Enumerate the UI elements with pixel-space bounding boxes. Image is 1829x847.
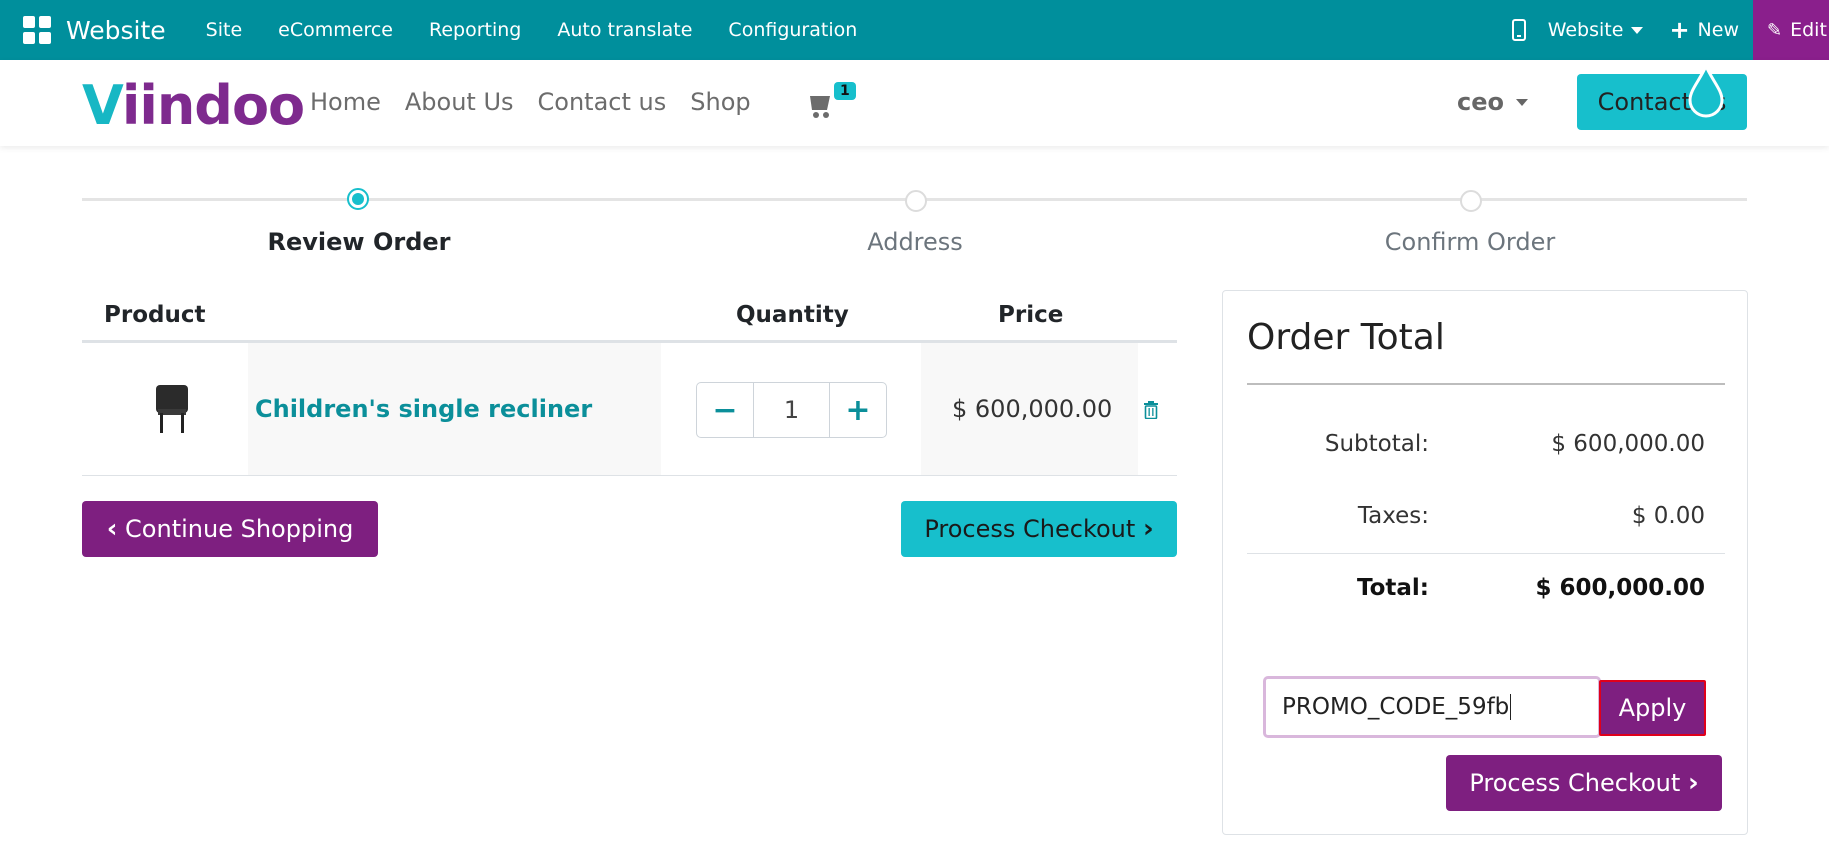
nav-about-us[interactable]: About Us [405, 88, 514, 116]
quantity-stepper: − 1 + [696, 382, 887, 438]
table-row: Children's single recliner − 1 + $ 600,0… [82, 343, 1177, 476]
process-checkout-label: Process Checkout [924, 515, 1136, 543]
step-dot-confirm [1460, 190, 1482, 212]
order-total-title: Order Total [1247, 317, 1445, 358]
order-total-card: Order Total Subtotal: $ 600,000.00 Taxes… [1222, 290, 1748, 835]
website-switcher[interactable]: Website [1548, 19, 1644, 41]
drag-drop-icon [1688, 64, 1724, 118]
menu-auto-translate[interactable]: Auto translate [557, 19, 692, 41]
step-address: Address [867, 228, 963, 256]
step-dot-review [347, 188, 369, 210]
promo-code-input[interactable]: PROMO_CODE_59fb [1263, 676, 1601, 738]
divider [1247, 383, 1725, 385]
subtotal-value: $ 600,000.00 [1551, 431, 1705, 457]
step-dot-address [905, 190, 927, 212]
increase-quantity-button[interactable]: + [830, 383, 886, 437]
mobile-preview-icon[interactable] [1511, 19, 1526, 41]
apps-grid-icon[interactable] [20, 13, 54, 47]
total-value: $ 600,000.00 [1535, 575, 1705, 601]
user-dropdown[interactable]: ceo [1457, 88, 1528, 116]
user-name: ceo [1457, 88, 1504, 116]
cart-icon [810, 96, 830, 110]
caret-down-icon [1631, 26, 1644, 34]
column-header-quantity: Quantity [736, 302, 849, 328]
quantity-input[interactable]: 1 [753, 383, 830, 437]
chevron-right-icon: › [1687, 768, 1699, 798]
nav-shop[interactable]: Shop [690, 88, 750, 116]
divider [1247, 553, 1725, 554]
apply-promo-button[interactable]: Apply [1599, 680, 1706, 736]
process-checkout-button-secondary[interactable]: Process Checkout › [1446, 755, 1722, 811]
step-confirm-order: Confirm Order [1384, 228, 1556, 256]
new-button[interactable]: + New [1669, 16, 1739, 44]
site-logo[interactable]: Viindoo [82, 74, 305, 137]
plus-icon: + [1669, 16, 1690, 44]
taxes-label: Taxes: [1357, 503, 1429, 529]
promo-code-value: PROMO_CODE_59fb [1282, 694, 1510, 720]
continue-shopping-label: Continue Shopping [125, 515, 354, 543]
product-thumbnail[interactable] [154, 383, 190, 435]
site-nav: Home About Us Contact us Shop [310, 88, 775, 116]
cart-count-badge: 1 [834, 82, 856, 100]
product-price: $ 600,000.00 [952, 395, 1113, 423]
new-button-label: New [1697, 19, 1739, 41]
cart-link[interactable]: 1 [808, 82, 856, 120]
total-label: Total: [1356, 575, 1429, 601]
website-switcher-label: Website [1547, 19, 1624, 41]
column-header-price: Price [998, 302, 1064, 328]
step-review-order: Review Order [267, 228, 451, 256]
nav-contact-us[interactable]: Contact us [538, 88, 667, 116]
continue-shopping-button[interactable]: ‹ Continue Shopping [82, 501, 378, 557]
nav-home[interactable]: Home [310, 88, 381, 116]
column-header-product: Product [104, 302, 206, 328]
menu-reporting[interactable]: Reporting [429, 19, 521, 41]
process-checkout-label: Process Checkout [1469, 769, 1681, 797]
app-brand[interactable]: Website [66, 16, 166, 45]
decrease-quantity-button[interactable]: − [697, 383, 753, 437]
pencil-icon: ✎ [1767, 19, 1783, 41]
trash-icon[interactable] [1143, 401, 1159, 419]
caret-down-icon [1516, 98, 1528, 106]
admin-topbar: Website Site eCommerce Reporting Auto tr… [0, 0, 1829, 60]
subtotal-label: Subtotal: [1324, 431, 1429, 457]
product-name-link[interactable]: Children's single recliner [255, 395, 592, 423]
menu-configuration[interactable]: Configuration [728, 19, 857, 41]
site-header: Viindoo Home About Us Contact us Shop 1 … [0, 60, 1829, 146]
chevron-right-icon: › [1142, 514, 1154, 544]
edit-button-label: Edit [1790, 19, 1827, 41]
chevron-left-icon: ‹ [106, 514, 118, 544]
menu-site[interactable]: Site [206, 19, 242, 41]
taxes-value: $ 0.00 [1631, 503, 1705, 529]
menu-ecommerce[interactable]: eCommerce [278, 19, 393, 41]
process-checkout-button[interactable]: Process Checkout › [901, 501, 1177, 557]
edit-button[interactable]: ✎ Edit [1753, 0, 1829, 60]
